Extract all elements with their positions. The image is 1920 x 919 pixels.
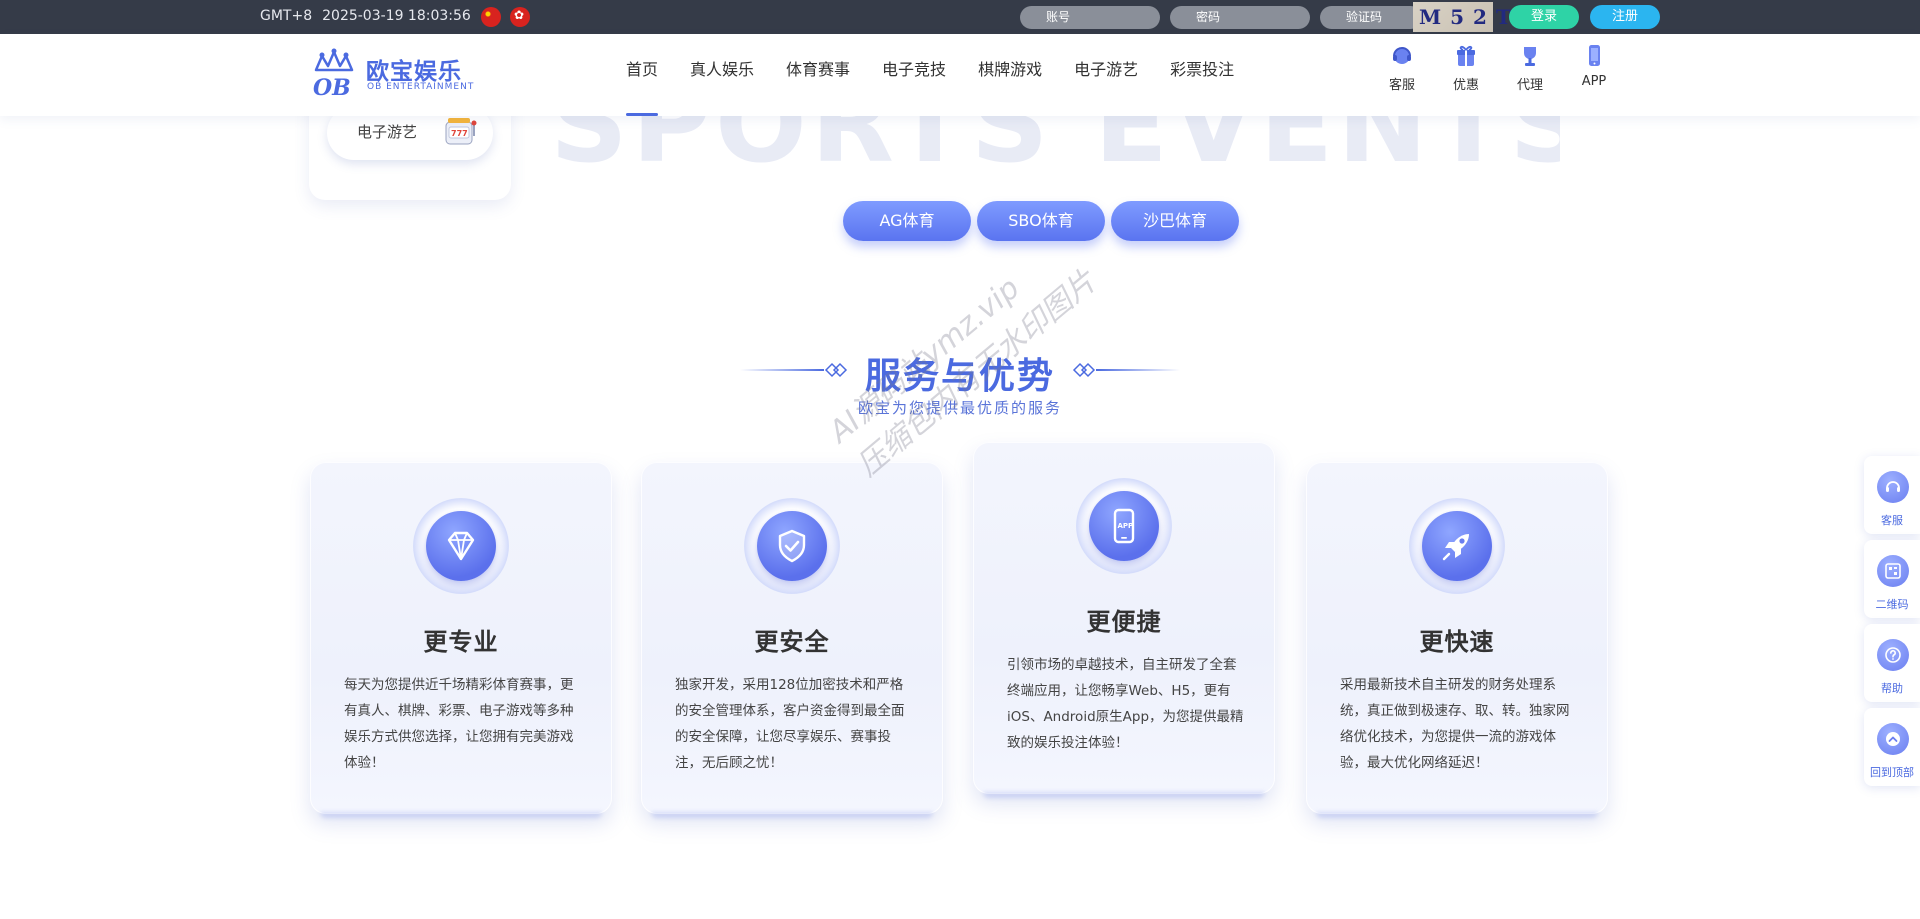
quick-promo-label: 优惠	[1452, 78, 1479, 93]
float-icon-badge	[1877, 471, 1909, 503]
card-icon-ring	[413, 498, 509, 594]
shield-check-icon	[778, 529, 806, 563]
diamond-icon	[447, 531, 475, 561]
help-icon	[1885, 647, 1901, 663]
quick-agent[interactable]: 代理	[1498, 44, 1562, 93]
float-back-to-top[interactable]: 回到顶部	[1864, 708, 1920, 786]
chevron-up-icon	[1886, 732, 1900, 746]
svg-text:APP: APP	[1118, 522, 1134, 530]
services-heading: 服务与优势 欧宝为您提供最优质的服务	[740, 345, 1180, 425]
nav-live-casino[interactable]: 真人娱乐	[674, 34, 770, 116]
float-icon-badge	[1877, 555, 1909, 587]
svg-text:777: 777	[451, 129, 468, 138]
datetime-label: 2025-03-19 18:03:56	[322, 8, 471, 24]
username-input[interactable]	[1020, 6, 1160, 29]
card-title: 更便捷	[1086, 608, 1162, 636]
headset-icon	[1886, 481, 1900, 492]
svg-text:OB: OB	[313, 75, 351, 100]
float-icon-badge	[1877, 639, 1909, 671]
qrcode-icon	[1885, 563, 1901, 579]
card-icon-ring	[1409, 498, 1505, 594]
captcha-input[interactable]	[1320, 6, 1422, 29]
tab-ag-sports[interactable]: AG体育	[843, 201, 971, 241]
top-bar-inner: GMT+8 2025-03-19 18:03:56 M52T 登录 注册	[260, 0, 1660, 34]
float-support-label: 客服	[1881, 514, 1903, 527]
tab-sbo-sports[interactable]: SBO体育	[977, 201, 1105, 241]
card-description: 引领市场的卓越技术，自主研发了全套终端应用，让您畅享Web、H5，更有iOS、A…	[1007, 657, 1244, 751]
nav-sports[interactable]: 体育赛事	[770, 34, 866, 116]
card-icon-badge	[1422, 511, 1492, 581]
float-qrcode[interactable]: 二维码	[1864, 540, 1920, 618]
service-card-convenient: APP 更便捷 引领市场的卓越技术，自主研发了全套终端应用，让您畅享Web、H5…	[973, 442, 1275, 794]
mobile-icon	[1589, 45, 1600, 66]
diamond-ornament-icon	[1072, 362, 1096, 378]
main-nav: 首页 真人娱乐 体育赛事 电子竞技 棋牌游戏 电子游艺 彩票投注	[610, 34, 1250, 116]
quick-app-label: APP	[1581, 74, 1607, 89]
register-button[interactable]: 注册	[1590, 5, 1660, 29]
logo-name: 欧宝娱乐	[366, 59, 462, 85]
timezone-label: GMT+8	[260, 8, 313, 24]
crown-logo-icon: OB	[313, 48, 354, 100]
trophy-icon	[1524, 47, 1536, 66]
quick-agent-label: 代理	[1516, 78, 1543, 93]
card-description: 每天为您提供近千场精彩体育赛事，更有真人、棋牌、彩票、电子游戏等多种娱乐方式供您…	[344, 677, 574, 771]
quick-links: 客服 优惠 代理 APP	[1370, 44, 1626, 93]
tab-saba-sports[interactable]: 沙巴体育	[1111, 201, 1239, 241]
card-description: 采用最新技术自主研发的财务处理系统，真正做到极速存、取、转。独家网络优化技术，为…	[1340, 677, 1570, 771]
sport-provider-tabs: AG体育 SBO体育 沙巴体育	[843, 201, 1245, 241]
password-input[interactable]	[1170, 6, 1310, 29]
heading-line-right	[1096, 369, 1180, 371]
hongkong-flag-icon[interactable]	[510, 7, 530, 27]
quick-support[interactable]: 客服	[1370, 44, 1434, 93]
card-description: 独家开发，采用128位加密技术和严格的安全管理体系，客户资金得到最全面的安全保障…	[675, 677, 905, 771]
float-support[interactable]: 客服	[1864, 456, 1920, 534]
card-title: 更安全	[754, 628, 830, 656]
card-title: 更快速	[1419, 628, 1495, 656]
services-subtitle: 欧宝为您提供最优质的服务	[857, 399, 1062, 417]
nav-slots[interactable]: 电子游艺	[1058, 34, 1154, 116]
card-title: 更专业	[423, 628, 499, 656]
quick-support-label: 客服	[1388, 78, 1415, 93]
top-bar: GMT+8 2025-03-19 18:03:56 M52T 登录 注册	[0, 0, 1920, 34]
side-menu-slots-label: 电子游艺	[357, 123, 418, 141]
nav-card-games[interactable]: 棋牌游戏	[962, 34, 1058, 116]
float-qrcode-label: 二维码	[1875, 598, 1909, 611]
nav-lottery[interactable]: 彩票投注	[1154, 34, 1250, 116]
nav-home[interactable]: 首页	[610, 34, 674, 116]
logo[interactable]: OB 欧宝娱乐 OB ENTERTAINMENT	[310, 48, 480, 100]
card-icon-badge: APP	[1089, 491, 1159, 561]
quick-app[interactable]: APP	[1562, 44, 1626, 93]
phone-app-icon: APP	[1113, 508, 1135, 544]
nav-esports[interactable]: 电子竞技	[866, 34, 962, 116]
china-flag-icon[interactable]	[481, 7, 501, 27]
float-back-to-top-label: 回到顶部	[1870, 766, 1914, 779]
right-float-menu: 客服 二维码 帮助 回到顶部	[1864, 456, 1920, 792]
card-icon-badge	[757, 511, 827, 581]
gift-icon	[1457, 45, 1475, 66]
service-card-fast: 更快速 采用最新技术自主研发的财务处理系统，真正做到极速存、取、转。独家网络优化…	[1306, 462, 1608, 814]
service-card-secure: 更安全 独家开发，采用128位加密技术和严格的安全管理体系，客户资金得到最全面的…	[641, 462, 943, 814]
float-help[interactable]: 帮助	[1864, 624, 1920, 702]
clock: GMT+8 2025-03-19 18:03:56	[260, 8, 481, 24]
rocket-icon	[1442, 534, 1469, 561]
card-icon-ring	[744, 498, 840, 594]
slot-machine-icon: 777	[445, 118, 477, 145]
headset-icon	[1393, 47, 1411, 64]
card-icon-ring: APP	[1076, 478, 1172, 574]
logo-subtitle: OB ENTERTAINMENT	[367, 82, 475, 92]
float-help-label: 帮助	[1881, 682, 1903, 695]
main-header: OB 欧宝娱乐 OB ENTERTAINMENT 首页 真人娱乐 体育赛事 电子…	[0, 34, 1920, 116]
login-button[interactable]: 登录	[1509, 5, 1579, 29]
card-icon-badge	[426, 511, 496, 581]
services-title: 服务与优势	[864, 356, 1055, 397]
quick-promo[interactable]: 优惠	[1434, 44, 1498, 93]
captcha-image[interactable]: M52T	[1413, 2, 1511, 32]
float-icon-badge	[1877, 723, 1909, 755]
service-card-professional: 更专业 每天为您提供近千场精彩体育赛事，更有真人、棋牌、彩票、电子游戏等多种娱乐…	[310, 462, 612, 814]
